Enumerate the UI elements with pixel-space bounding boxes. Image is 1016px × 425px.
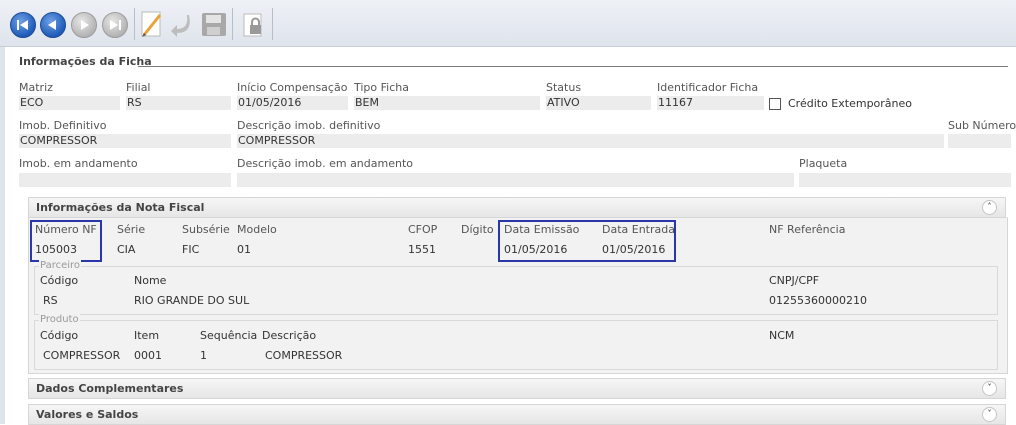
nf-ref-label: NF Referência	[769, 223, 846, 236]
datas-highlight	[498, 220, 676, 262]
ficha-title-rule	[138, 66, 1008, 67]
produto-sequencia-value: 1	[200, 349, 207, 362]
valores-saldos-header[interactable]: Valores e Saldos ˅	[28, 404, 1006, 425]
numero-nf-highlight	[30, 220, 102, 262]
produto-ncm-label: NCM	[769, 329, 795, 342]
lock-icon[interactable]	[238, 9, 266, 39]
undo-icon[interactable]	[167, 9, 195, 39]
filial-label: Filial	[126, 81, 151, 94]
imob-def-field[interactable]: COMPRESSOR	[19, 134, 231, 148]
toolbar	[0, 0, 1016, 47]
cfop-value: 1551	[408, 243, 436, 256]
valores-saldos-title: Valores e Saldos	[36, 408, 139, 421]
inicio-field[interactable]: 01/05/2016	[237, 96, 348, 110]
status-field[interactable]: ATIVO	[546, 96, 651, 110]
digito-label: Dígito	[461, 223, 494, 236]
dados-complementares-header[interactable]: Dados Complementares ˅	[28, 378, 1006, 399]
inicio-label: Início Compensação	[237, 81, 348, 94]
previous-record-icon[interactable]	[40, 12, 66, 38]
produto-legend: Produto	[39, 314, 80, 325]
produto-codigo-value: COMPRESSOR	[43, 349, 121, 362]
serie-label: Série	[117, 223, 146, 236]
parceiro-cnpj-label: CNPJ/CPF	[769, 274, 820, 287]
last-record-icon[interactable]	[102, 12, 128, 38]
modelo-label: Modelo	[237, 223, 277, 236]
parceiro-legend: Parceiro	[39, 260, 82, 271]
parceiro-codigo-value: RS	[43, 294, 58, 307]
save-icon[interactable]	[199, 9, 227, 39]
edit-icon[interactable]	[138, 9, 166, 39]
tipo-field[interactable]: BEM	[354, 96, 540, 110]
parceiro-codigo-label: Código	[40, 274, 79, 287]
sub-numero-label: Sub Número	[948, 119, 1016, 132]
next-record-icon[interactable]	[71, 12, 97, 38]
desc-def-label: Descrição imob. definitivo	[237, 119, 381, 132]
desc-and-label: Descrição imob. em andamento	[237, 157, 413, 170]
subserie-value: FIC	[182, 243, 200, 256]
credito-checkbox[interactable]	[769, 98, 781, 110]
imob-and-field[interactable]	[19, 173, 231, 187]
credito-label: Crédito Extemporâneo	[788, 97, 913, 110]
parceiro-nome-value: RIO GRANDE DO SUL	[134, 294, 250, 307]
expand-icon[interactable]: ˅	[982, 407, 997, 422]
parceiro-group: Parceiro	[34, 260, 998, 315]
produto-sequencia-label: Sequência	[200, 329, 258, 342]
tipo-label: Tipo Ficha	[354, 81, 409, 94]
desc-and-field[interactable]	[237, 173, 794, 187]
produto-codigo-label: Código	[40, 329, 79, 342]
collapse-icon[interactable]: ˄	[982, 200, 997, 215]
dados-complementares-title: Dados Complementares	[36, 382, 184, 395]
ident-label: Identificador Ficha	[657, 81, 759, 94]
nota-title: Informações da Nota Fiscal	[36, 201, 205, 214]
left-border	[0, 47, 5, 424]
produto-descricao-label: Descrição	[262, 329, 317, 342]
sub-numero-field[interactable]	[948, 134, 1011, 148]
subserie-label: Subsérie	[182, 223, 230, 236]
nota-panel-header[interactable]: Informações da Nota Fiscal ˄	[28, 197, 1006, 218]
ident-field[interactable]: 11167	[657, 96, 764, 110]
plaqueta-field[interactable]	[799, 173, 1011, 187]
produto-item-label: Item	[134, 329, 160, 342]
desc-def-field[interactable]: COMPRESSOR	[237, 134, 944, 148]
cfop-label: CFOP	[408, 223, 438, 236]
matriz-label: Matriz	[19, 81, 53, 94]
matriz-field[interactable]: ECO	[19, 96, 120, 110]
modelo-value: 01	[237, 243, 251, 256]
imob-and-label: Imob. em andamento	[19, 157, 138, 170]
produto-group: Produto	[34, 314, 998, 370]
imob-def-label: Imob. Definitivo	[19, 119, 107, 132]
produto-descricao-value: COMPRESSOR	[265, 349, 343, 362]
filial-field[interactable]: RS	[126, 96, 231, 110]
serie-value: CIA	[117, 243, 136, 256]
status-label: Status	[546, 81, 582, 94]
ficha-title: Informações da Ficha	[19, 55, 152, 68]
parceiro-nome-label: Nome	[134, 274, 167, 287]
parceiro-cnpj-value: 01255360000210	[769, 294, 867, 307]
first-record-icon[interactable]	[10, 12, 36, 38]
plaqueta-label: Plaqueta	[799, 157, 848, 170]
produto-item-value: 0001	[134, 349, 162, 362]
expand-icon[interactable]: ˅	[982, 381, 997, 396]
